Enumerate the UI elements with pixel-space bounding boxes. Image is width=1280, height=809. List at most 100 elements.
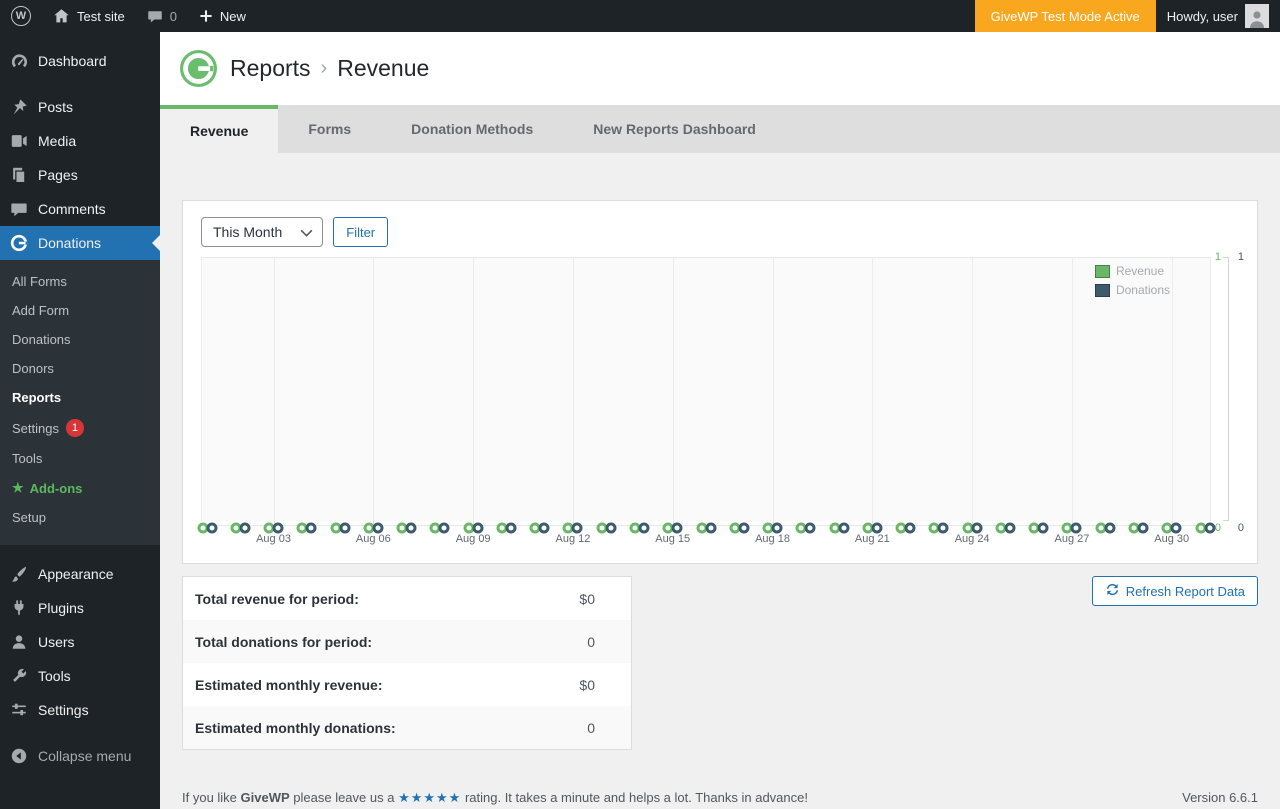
legend-swatch [1094,283,1110,297]
sidebar-item-plugins[interactable]: Plugins [0,591,160,625]
submenu-item-tools[interactable]: Tools [0,444,160,473]
data-point-donations [771,522,783,534]
sidebar-item-dashboard[interactable]: Dashboard [0,44,160,78]
chart-gridline [273,258,275,521]
give-test-mode-badge[interactable]: GiveWP Test Mode Active [974,0,1156,32]
summary-section: Total revenue for period: $0 Total donatio… [182,576,1258,750]
legend-label: Donations [1115,283,1170,297]
collapse-icon [9,746,29,766]
summary-row-total-revenue-for-period: Total revenue for period: $0 [183,577,631,620]
sidebar-item-settings[interactable]: Settings [0,693,160,727]
submenu-item-add-ons[interactable]: ★ Add-ons [0,473,160,503]
rating-stars-link[interactable]: ★★★★★ [398,790,461,805]
admin-bar: W Test site 0 New GiveWP Test Mode Activ… [0,0,1280,32]
dashboard-icon [9,51,29,71]
data-point-donations [472,522,484,534]
data-point-donations [571,522,583,534]
x-axis-label: Aug 21 [854,533,890,545]
update-count-badge: 1 [65,419,84,437]
data-point-donations [272,522,284,534]
period-select-value: This Month [213,224,283,240]
wordpress-logo-icon: W [11,6,31,26]
sidebar-item-collapse[interactable]: Collapse menu [0,739,160,773]
sidebar-item-users[interactable]: Users [0,625,160,659]
sidebar-separator [0,545,160,557]
data-point-donations [871,522,883,534]
wordpress-menu-button[interactable]: W [0,0,42,32]
user-avatar [1245,4,1269,28]
sidebar-item-comments[interactable]: Comments [0,192,160,226]
period-select[interactable]: This Month [201,217,324,247]
chart-gridline [972,258,974,521]
give-icon [9,233,29,253]
tab-forms[interactable]: Forms [278,105,381,153]
summary-value: $0 [579,590,595,607]
data-point-donations [438,522,450,534]
summary-row-total-donations-for-period: Total donations for period: 0 [183,620,631,663]
new-content-button[interactable]: New [188,0,257,32]
submenu-item-donors[interactable]: Donors [0,354,160,383]
legend-label: Revenue [1115,264,1164,278]
submenu-item-reports[interactable]: Reports [0,383,160,412]
summary-row-estimated-monthly-donations: Estimated monthly donations: 0 [183,706,631,749]
summary-row-estimated-monthly-revenue: Estimated monthly revenue: $0 [183,663,631,706]
chart-gridline [772,258,774,521]
data-point-donations [1104,522,1116,534]
refresh-icon [1105,582,1120,600]
plugin-icon [9,598,29,618]
submenu-item-settings[interactable]: Settings 1 [0,412,160,444]
submenu-item-label: Add-ons [29,480,83,496]
data-point-donations [1037,522,1049,534]
data-point-donations [738,522,750,534]
home-icon [53,8,70,24]
submenu-item-donations[interactable]: Donations [0,325,160,354]
howdy-text: Howdy, user [1166,8,1238,24]
data-point-donations [705,522,716,534]
sidebar-item-pages[interactable]: Pages [0,158,160,192]
settings-icon [9,700,29,720]
legend-item-donations: Donations [1094,283,1170,297]
submenu-item-add-form[interactable]: Add Form [0,296,160,325]
refresh-report-button[interactable]: Refresh Report Data [1091,576,1258,606]
submenu-item-label: Tools [12,451,43,466]
breadcrumb-reports: Reports [230,55,311,81]
data-point-donations [971,522,983,534]
site-link[interactable]: Test site [42,0,136,32]
summary-label: Total revenue for period: [195,590,359,607]
sidebar-item-appearance[interactable]: Appearance [0,557,160,591]
sidebar-item-media[interactable]: Media [0,124,160,158]
tools-icon [9,666,29,686]
sidebar-item-label: Collapse menu [38,748,132,764]
chart-gridline [1071,258,1073,521]
chart-plot: Revenue Donations Aug 03 Aug 06 Aug 09 Aug 1… [197,257,1215,545]
sidebar-item-posts[interactable]: Posts [0,90,160,124]
x-axis-label: Aug 09 [455,533,491,545]
comments-shortcut[interactable]: 0 [136,0,188,32]
sidebar-item-label: Plugins [38,600,84,616]
tab-revenue[interactable]: Revenue [160,105,279,153]
legend-swatch [1094,264,1110,278]
report-tabs: Revenue Forms Donation Methods New Reports … [160,105,1280,153]
data-point-donations [538,522,550,534]
submenu-item-setup[interactable]: Setup [0,503,160,532]
sidebar-item-donations[interactable]: Donations [0,226,160,260]
sidebar-item-tools[interactable]: Tools [0,659,160,693]
filter-button[interactable]: Filter [333,217,389,247]
x-axis-label: Aug 12 [555,533,591,545]
data-point-donations [904,522,916,534]
submenu-item-all-forms[interactable]: All Forms [0,267,160,296]
givewp-logo-icon [180,50,217,87]
submenu-item-label: Setup [12,510,46,525]
x-axis-label: Aug 03 [256,533,291,545]
chart-gridline [1171,258,1173,521]
tab-donation-methods[interactable]: Donation Methods [381,105,563,153]
tab-new-reports-dashboard[interactable]: New Reports Dashboard [563,105,786,153]
chart-gridline [672,258,674,521]
data-point-donations [1137,522,1149,534]
my-account-menu[interactable]: Howdy, user [1156,0,1280,32]
appearance-icon [9,564,29,584]
comment-icon [9,199,29,219]
data-point-donations [305,522,317,534]
sidebar-separator [0,727,160,739]
left-axis-min-label: 0 [1214,522,1221,534]
